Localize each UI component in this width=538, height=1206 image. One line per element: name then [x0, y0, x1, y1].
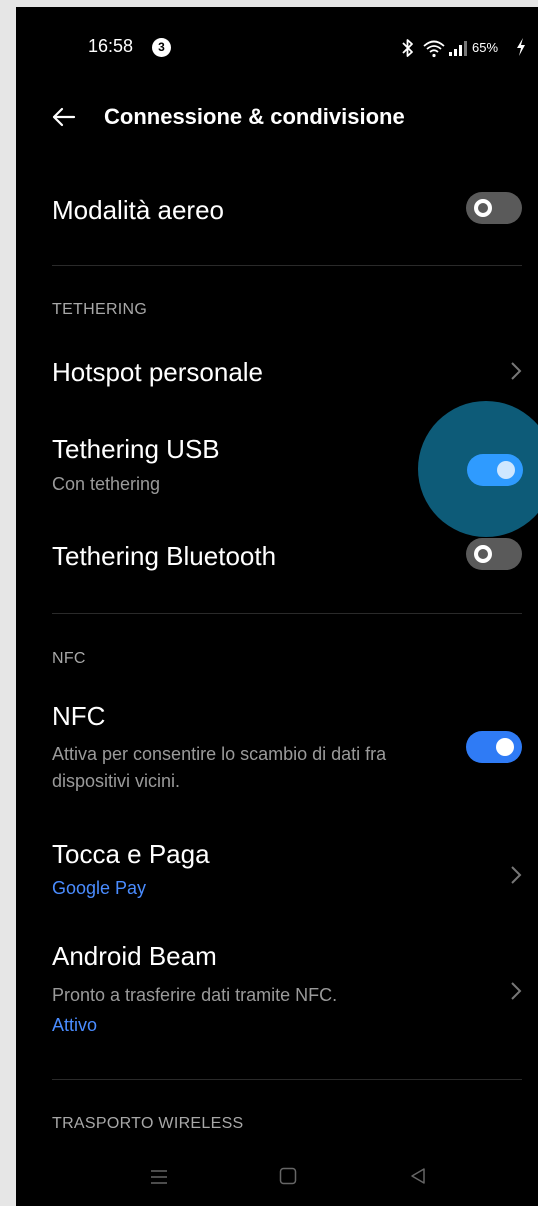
android-beam-label: Android Beam: [52, 941, 217, 971]
hotspot-label: Hotspot personale: [52, 357, 264, 387]
page-title: Connessione & condivisione: [104, 104, 405, 129]
nfc-subtitle-line2: dispositivi vicini.: [52, 771, 181, 791]
phone-screen: 16:58 3 65% Connessione & condivisione M…: [16, 7, 538, 1206]
menu-icon[interactable]: [150, 1169, 168, 1185]
section-header-wireless: TRASPORTO WIRELESS: [52, 1115, 244, 1132]
usb-tethering-subtitle: Con tethering: [52, 474, 161, 494]
arrow-left-icon[interactable]: [50, 103, 78, 131]
notification-count-badge: 3: [152, 38, 171, 57]
battery-percentage: 65%: [472, 40, 499, 55]
chevron-right-icon: [511, 866, 522, 884]
bluetooth-tethering-label: Tethering Bluetooth: [52, 541, 277, 571]
wifi-icon: [423, 40, 445, 58]
divider: [52, 265, 522, 266]
status-time: 16:58: [88, 36, 134, 56]
tap-and-pay-row[interactable]: Tocca e Paga Google Pay: [16, 827, 538, 913]
touch-indicator: [418, 401, 538, 537]
section-header-nfc: NFC: [52, 650, 86, 667]
airplane-mode-label: Modalità aereo: [52, 195, 224, 225]
nfc-toggle[interactable]: [466, 731, 522, 763]
bluetooth-icon: [402, 39, 413, 57]
charging-icon: [517, 38, 525, 56]
tap-and-pay-value: Google Pay: [52, 878, 147, 898]
divider: [52, 1079, 522, 1080]
android-beam-status: Attivo: [52, 1015, 98, 1035]
usb-tethering-label: Tethering USB: [52, 434, 220, 464]
toggle-knob: [496, 738, 514, 756]
airplane-mode-toggle[interactable]: [466, 192, 522, 224]
toggle-knob: [497, 461, 515, 479]
signal-icon: [449, 41, 467, 56]
toggle-knob: [474, 199, 492, 217]
hotspot-row[interactable]: Hotspot personale: [16, 337, 538, 403]
section-header-tethering: TETHERING: [52, 301, 148, 318]
tap-and-pay-label: Tocca e Paga: [52, 839, 210, 869]
android-beam-row[interactable]: Android Beam Pronto a trasferire dati tr…: [16, 927, 538, 1047]
bluetooth-tethering-toggle[interactable]: [466, 538, 522, 570]
chevron-right-icon: [511, 982, 522, 1000]
nfc-subtitle-line1: Attiva per consentire lo scambio di dati…: [52, 744, 387, 764]
usb-tethering-toggle[interactable]: [467, 454, 523, 486]
nfc-label: NFC: [52, 701, 106, 731]
android-beam-subtitle: Pronto a trasferire dati tramite NFC.: [52, 985, 338, 1005]
toggle-knob: [474, 545, 492, 563]
back-triangle-icon[interactable]: [409, 1167, 427, 1185]
chevron-right-icon: [511, 362, 522, 380]
divider: [52, 613, 522, 614]
home-icon[interactable]: [279, 1167, 297, 1185]
